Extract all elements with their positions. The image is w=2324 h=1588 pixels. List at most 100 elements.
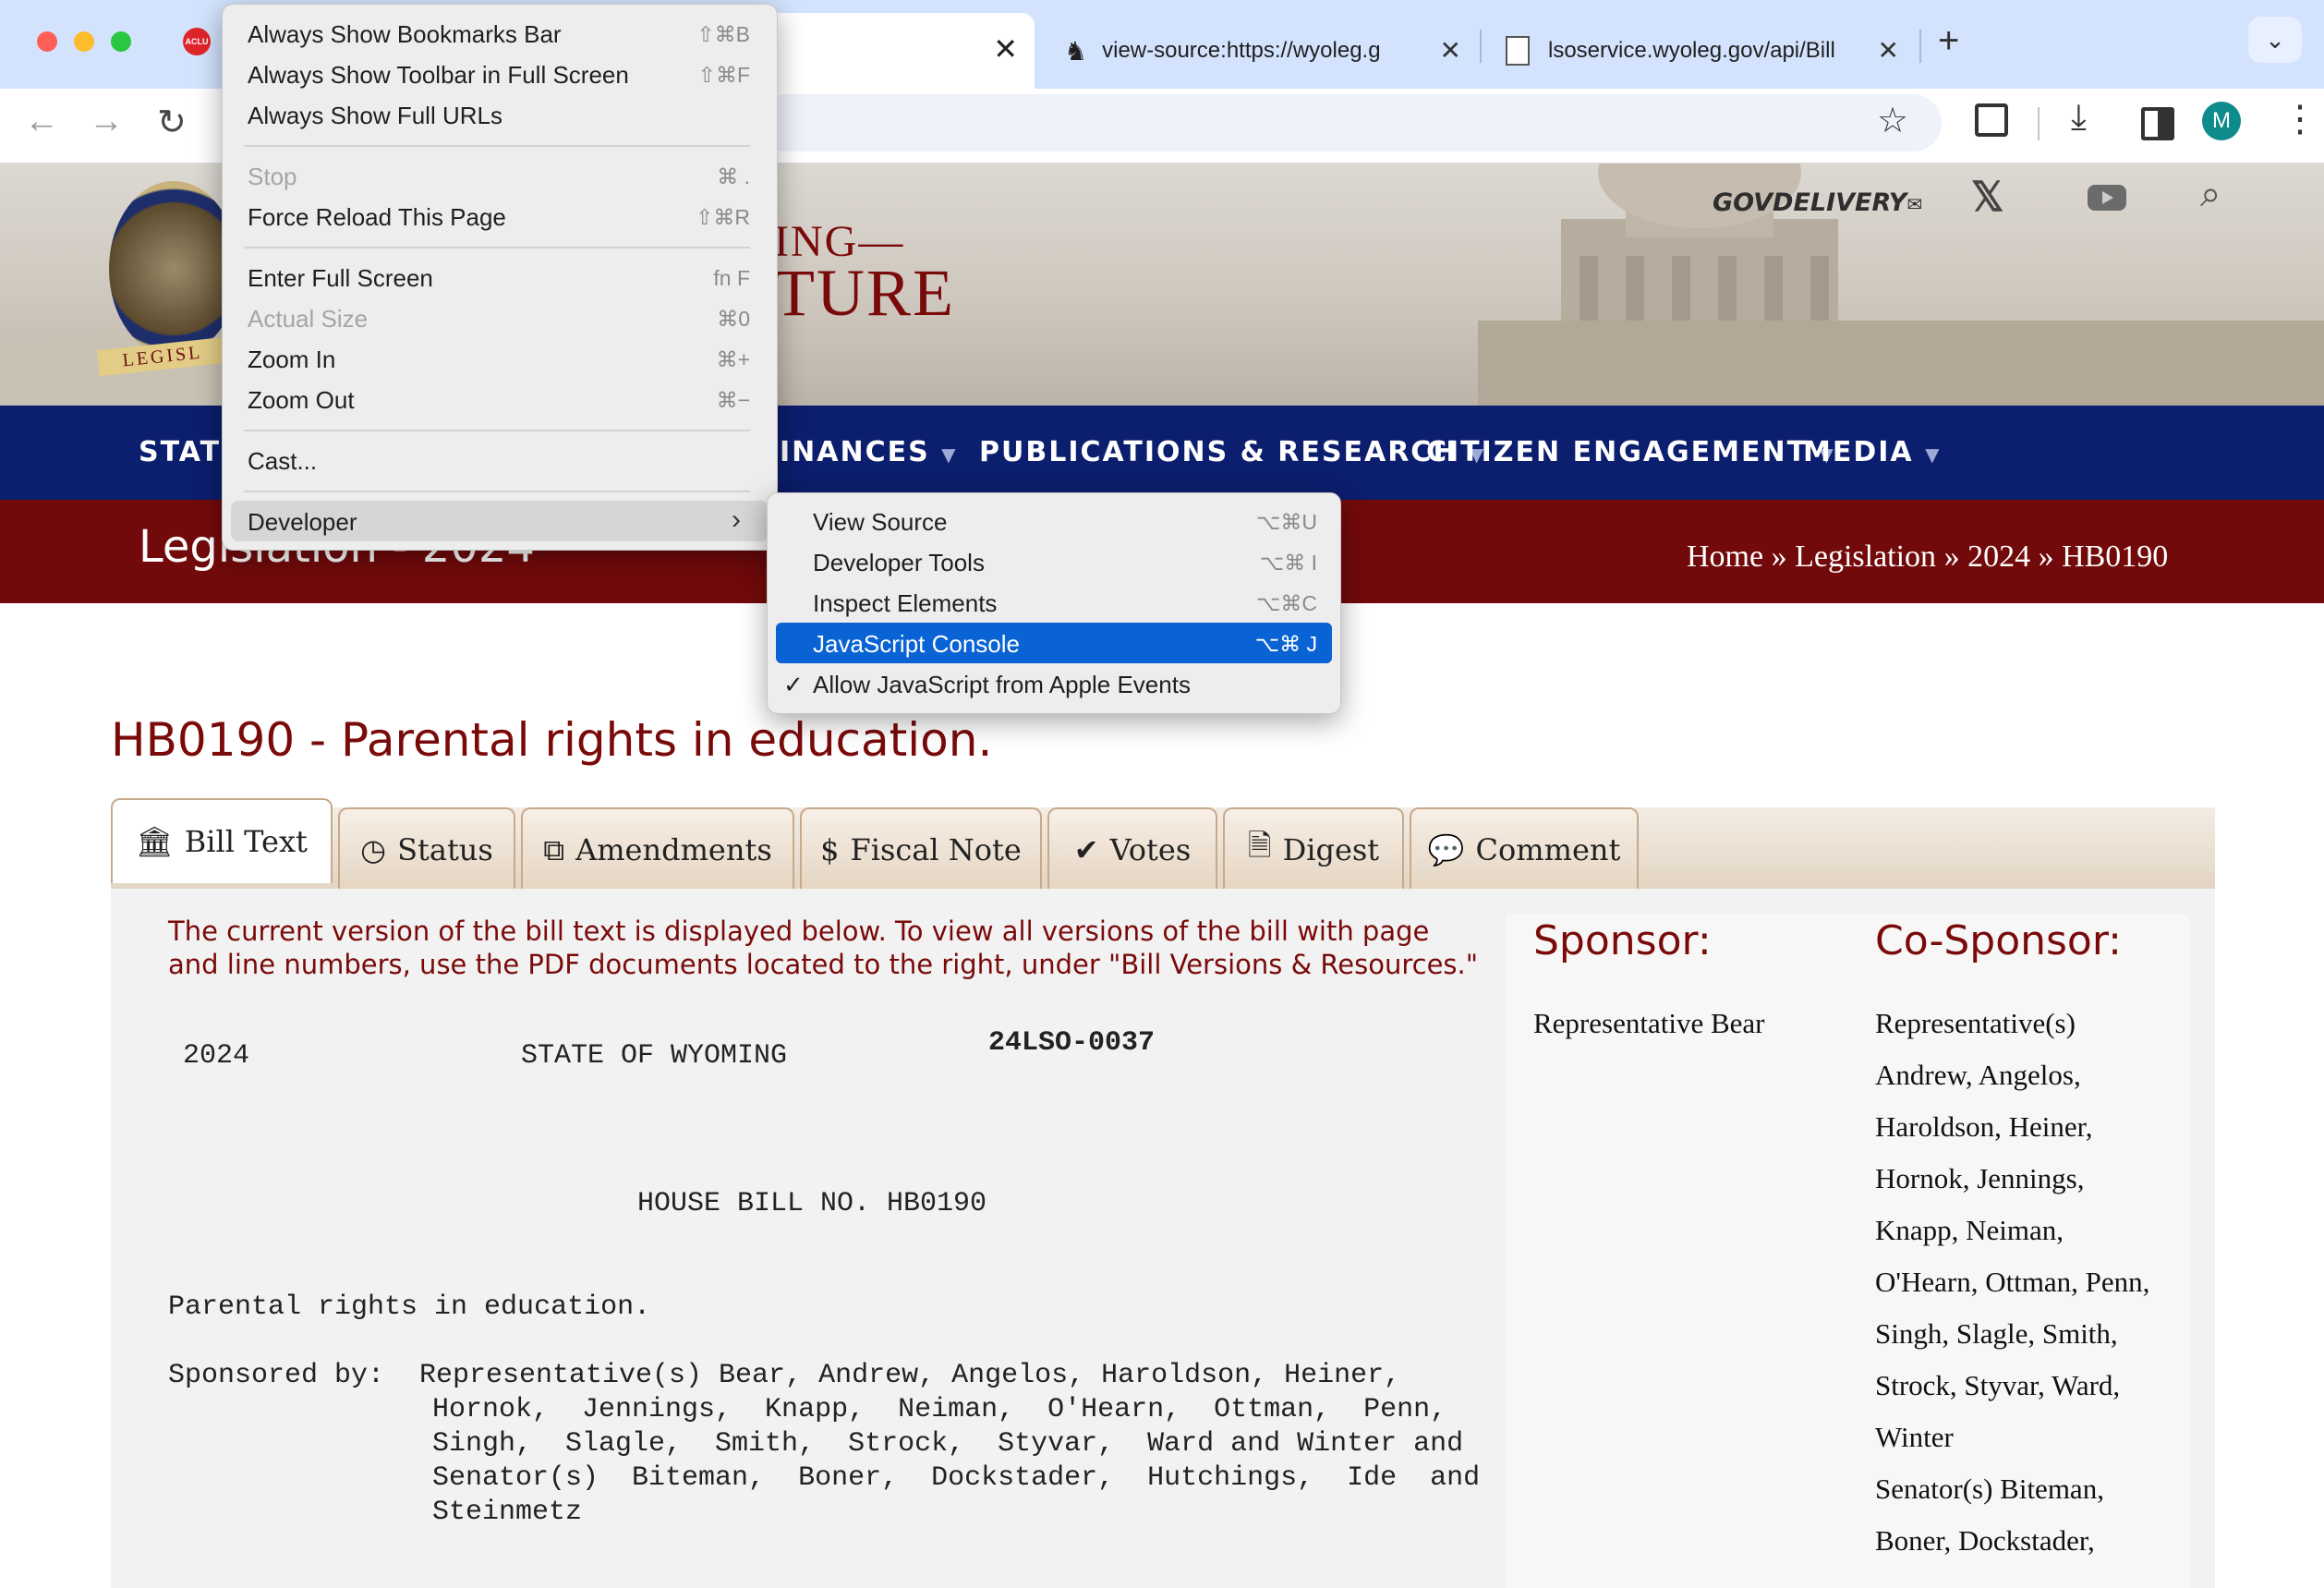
menu-item-view-source[interactable]: View Source	[813, 508, 948, 537]
bill-year-text: 2024	[183, 1040, 250, 1072]
menu-item-zoom-out[interactable]: Zoom Out	[248, 386, 355, 415]
tab-label: view-source:https://wyoleg.g	[1102, 38, 1381, 63]
cosponsor-line: O'Hearn, Ottman, Penn,	[1875, 1266, 2150, 1298]
chevron-right-icon: ›	[732, 504, 741, 535]
search-icon[interactable]: ⌕	[2200, 174, 2221, 215]
checkmark-icon: ✓	[783, 671, 804, 699]
nav-item-finances[interactable]: INANCES ▼	[780, 436, 958, 468]
tab-status[interactable]: ◷ Status	[338, 807, 515, 891]
tab-comment[interactable]: 💬 Comment	[1410, 807, 1639, 891]
menu-item-label: Zoom In	[248, 345, 336, 373]
dollar-icon: $	[820, 832, 840, 867]
menu-shortcut: ⌥⌘ I	[1182, 551, 1317, 576]
address-bar[interactable]	[757, 94, 1942, 152]
tab-lsoservice[interactable]: lsoservice.wyoleg.gov/api/Bill ✕	[1491, 13, 1916, 89]
cosponsor-heading-text: Co-Sponsor:	[1875, 917, 2122, 964]
menu-item-label: Inspect Elements	[813, 589, 998, 617]
menu-shortcut: ⌥⌘U	[1182, 510, 1317, 535]
menu-shortcut-text: ⇧⌘R	[696, 205, 750, 229]
profile-avatar[interactable]: M	[2202, 102, 2241, 140]
cosponsor-line: Senator(s) Biteman,	[1875, 1473, 2104, 1505]
close-icon[interactable]: ✕	[993, 31, 1018, 67]
menu-item-label: Developer Tools	[813, 549, 985, 576]
pinned-tab-favicon[interactable]: ACLU	[183, 28, 211, 55]
bill-text-notice: The current version of the bill text is …	[168, 915, 1480, 981]
breadcrumb-home[interactable]: Home	[1687, 539, 1763, 574]
cosponsor-line: Knapp, Neiman,	[1875, 1214, 2064, 1246]
tab-label: Bill Text	[184, 824, 308, 859]
menu-shortcut-text: ⇧⌘F	[697, 63, 750, 87]
tab-amendments[interactable]: ⧉ Amendments	[521, 807, 794, 891]
tab-search-button[interactable]: ⌄	[2248, 17, 2302, 63]
menu-shortcut-text: ⌥⌘ I	[1259, 551, 1317, 575]
bookmark-star-icon[interactable]: ☆	[1877, 100, 1908, 141]
close-icon[interactable]: ✕	[1878, 35, 1899, 66]
close-window-button[interactable]	[37, 31, 57, 52]
menu-item-always-show-bookmarks-bar[interactable]: Always Show Bookmarks Bar	[248, 20, 562, 49]
back-icon[interactable]: ←	[24, 102, 59, 141]
menu-item-always-show-toolbar[interactable]: Always Show Toolbar in Full Screen	[248, 61, 629, 90]
menu-shortcut: ⌘ .	[621, 164, 750, 189]
speech-bubble-icon: 💬	[1427, 832, 1465, 867]
bank-icon: 🏛	[136, 824, 174, 859]
tab-digest[interactable]: 🗎 Digest	[1223, 807, 1404, 891]
menu-item-always-show-full-urls[interactable]: Always Show Full URLs	[248, 102, 502, 130]
reload-icon[interactable]: ↻	[157, 102, 187, 143]
breadcrumb-bill: HB0190	[2062, 539, 2169, 574]
new-tab-button[interactable]: +	[1938, 20, 1959, 62]
cosponsor-heading: Co-Sponsor:	[1875, 917, 2122, 964]
cosponsor-line: Haroldson, Heiner,	[1875, 1110, 2093, 1143]
menu-item-label: Always Show Bookmarks Bar	[248, 20, 562, 48]
tab-bill-text[interactable]: 🏛 Bill Text	[111, 798, 333, 883]
menu-shortcut: ⌥⌘ J	[1182, 632, 1317, 657]
cosponsor-line: Andrew, Angelos,	[1875, 1059, 2081, 1091]
menu-item-allow-javascript-apple-events[interactable]: Allow JavaScript from Apple Events	[813, 671, 1191, 699]
menu-separator	[244, 491, 750, 492]
breadcrumb-year[interactable]: 2024	[1967, 539, 2030, 574]
menu-shortcut: ⌘−	[621, 388, 750, 413]
menu-shortcut-text: ⌥⌘ J	[1254, 632, 1317, 656]
youtube-icon[interactable]	[2088, 185, 2126, 211]
menu-item-inspect-elements[interactable]: Inspect Elements	[813, 589, 997, 618]
menu-item-label: Always Show Toolbar in Full Screen	[248, 61, 629, 89]
active-tab[interactable]: ✕	[767, 13, 1035, 89]
menu-separator	[244, 430, 750, 431]
cosponsor-line: Hornok, Jennings,	[1875, 1162, 2085, 1194]
nav-item-publications[interactable]: PUBLICATIONS & RESEARCH ▼	[979, 436, 1485, 468]
sponsor-name-text: Representative Bear	[1533, 1007, 1765, 1039]
minimize-window-button[interactable]	[74, 31, 94, 52]
sponsored-line: Representative(s) Bear, Andrew, Angelos,…	[419, 1360, 1401, 1391]
menu-item-force-reload[interactable]: Force Reload This Page	[248, 203, 506, 232]
tab-fiscal-note[interactable]: $ Fiscal Note	[800, 807, 1042, 891]
menu-item-zoom-in[interactable]: Zoom In	[248, 345, 335, 374]
bill-state-text: STATE OF WYOMING	[521, 1040, 788, 1072]
menu-item-enter-full-screen[interactable]: Enter Full Screen	[248, 264, 433, 293]
close-icon[interactable]: ✕	[1440, 35, 1461, 66]
forward-icon[interactable]: →	[89, 102, 124, 141]
side-panel-icon[interactable]	[2141, 107, 2174, 140]
more-menu-icon[interactable]: ⋮	[2282, 98, 2318, 140]
menu-item-cast[interactable]: Cast...	[248, 447, 317, 476]
download-icon[interactable]: ⤓	[2071, 98, 2087, 138]
check-icon: ✔	[1073, 832, 1099, 867]
menu-item-label: View Source	[813, 508, 948, 536]
zoom-window-button[interactable]	[111, 31, 131, 52]
extensions-puzzle-icon[interactable]	[1975, 103, 2008, 137]
menu-item-label: JavaScript Console	[813, 630, 1020, 658]
toolbar-divider	[2038, 107, 2040, 140]
bill-state: STATE OF WYOMING	[521, 1040, 787, 1072]
menu-shortcut-text: ⌘−	[716, 388, 750, 412]
tab-view-source[interactable]: ♞ view-source:https://wyoleg.g ✕	[1053, 13, 1478, 89]
govdelivery-link[interactable]: GOVDELIVERY✉	[1713, 188, 1922, 217]
menu-item-developer-tools[interactable]: Developer Tools	[813, 549, 985, 577]
menu-item-label: Allow JavaScript from Apple Events	[813, 671, 1191, 698]
profile-initial: M	[2212, 108, 2231, 133]
breadcrumb-legislation[interactable]: Legislation	[1795, 539, 1936, 574]
x-twitter-icon[interactable]: 𝕏	[1971, 174, 2003, 221]
nav-item-citizen-engagement[interactable]: CITIZEN ENGAGEMENT ▼	[1426, 436, 1835, 468]
wyoming-legislature-seal	[109, 181, 238, 357]
chevron-down-icon: ⌄	[2265, 25, 2285, 54]
tab-votes[interactable]: ✔ Votes	[1047, 807, 1217, 891]
sponsored-line: Steinmetz	[432, 1497, 583, 1528]
nav-item-media[interactable]: MEDIA ▼	[1803, 436, 1941, 468]
